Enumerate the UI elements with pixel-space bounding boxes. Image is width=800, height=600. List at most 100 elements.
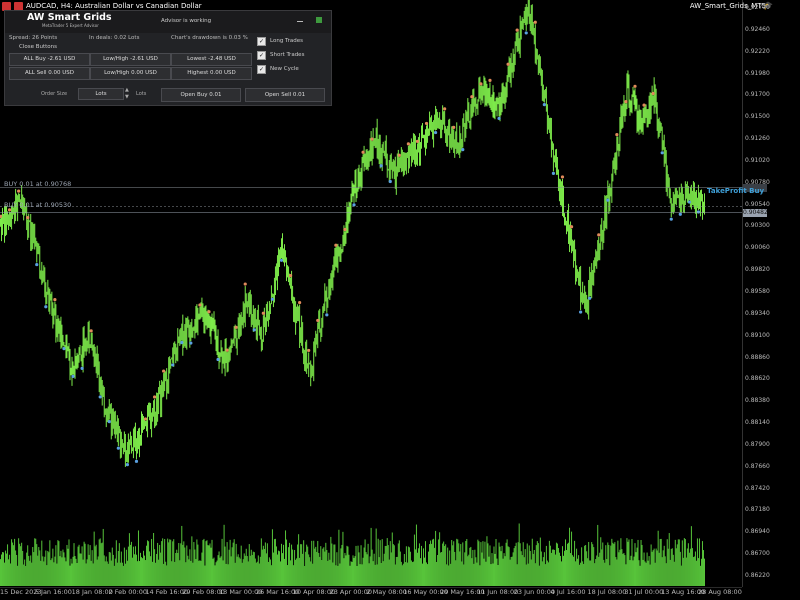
buy-trade-marker: [125, 463, 129, 467]
price-tick-label: 0.92700: [745, 4, 770, 11]
price-tick-label: 0.87900: [745, 440, 770, 448]
price-tick-label: 0.90060: [745, 244, 770, 252]
price-tick-label: 0.87420: [745, 484, 770, 492]
sell-trade-marker: [424, 121, 429, 126]
sell-trade-marker: [506, 62, 510, 66]
close-low-high-sell-button[interactable]: Low/High 0.00 USD: [90, 67, 171, 80]
close-all-sell-button[interactable]: ALL Sell 0.00 USD: [9, 67, 90, 80]
ea-status: Advisor is working: [161, 18, 212, 24]
sell-trade-marker: [316, 318, 320, 323]
price-tick-label: 0.91980: [745, 69, 770, 77]
short-trades-checkbox[interactable]: ✓: [257, 51, 266, 60]
buy-trade-marker: [660, 151, 664, 155]
ea-brand-subtitle: MetaTrader 5 Expert Advisor: [42, 23, 99, 28]
time-axis[interactable]: 15 Dec 2023 5 Jan 16:00 18 Jan 08:00 2 Feb …: [0, 587, 742, 600]
sell-trade-marker: [361, 150, 365, 154]
buy-trade-marker: [180, 340, 184, 345]
sell-trade-marker: [17, 189, 21, 193]
close-low-high-buy-button[interactable]: Low/High -2.61 USD: [90, 53, 171, 66]
buy-trade-marker: [388, 179, 392, 184]
time-tick-label: 2 May 08:00: [366, 588, 407, 596]
lots-decrease-icon[interactable]: ▼: [125, 94, 129, 100]
price-axis[interactable]: 0.92700 0.92460 0.92220 0.91980 0.91700 0.915…: [742, 0, 800, 587]
long-trades-label: Long Trades: [270, 38, 303, 44]
price-tick-label: 0.88860: [745, 353, 770, 361]
price-tick-label: 0.91700: [745, 91, 770, 99]
drawdown-stat: Chart's drawdown is 0.03 %: [171, 35, 248, 41]
buy-trade-marker: [687, 200, 691, 204]
price-tick-label: 0.89580: [745, 288, 770, 295]
time-tick-label: 28 Aug 08:00: [698, 588, 742, 596]
current-price-tag: 0.90482: [743, 209, 768, 217]
sell-trade-marker: [143, 417, 148, 421]
sell-trade-marker: [152, 395, 157, 399]
minimize-icon[interactable]: [297, 17, 303, 22]
symbol-title: AUDCAD, H4: Australian Dollar vs Canadia…: [26, 2, 202, 10]
sell-trade-marker: [479, 82, 483, 86]
sell-trade-marker: [624, 100, 628, 104]
buy-trade-marker: [279, 258, 284, 262]
buy-trade-marker: [325, 313, 329, 317]
price-tick-label: 0.88620: [745, 375, 770, 383]
buy-trade-marker: [116, 446, 120, 450]
price-tick-label: 0.86940: [745, 528, 770, 536]
close-all-buy-button[interactable]: ALL Buy -2.61 USD: [9, 53, 90, 66]
lots-input[interactable]: Lots: [78, 88, 124, 100]
buy-trade-marker: [107, 420, 111, 424]
price-tick-label: 0.87660: [745, 462, 770, 470]
buy-trade-marker: [678, 212, 682, 216]
buy-line-2-label: BUY 0.01 at 0.90530: [4, 201, 72, 209]
sell-trade-marker: [53, 297, 57, 302]
sell-trade-marker: [198, 303, 202, 307]
buy-trade-marker: [171, 363, 175, 367]
buy-trade-marker: [44, 305, 48, 309]
buy-trade-marker: [524, 31, 528, 35]
buy-trade-marker: [62, 347, 66, 351]
time-tick-label: 31 Jul 00:00: [624, 588, 664, 596]
time-tick-label: 2 Feb 00:00: [108, 588, 148, 596]
buy-trade-marker: [606, 198, 610, 202]
sell-trade-marker: [651, 91, 655, 96]
status-indicator-icon[interactable]: [316, 17, 322, 23]
sell-trade-marker: [26, 216, 30, 220]
sell-trade-marker: [443, 107, 447, 111]
lots-increase-icon[interactable]: ▲: [125, 87, 129, 93]
price-tick-label: 0.92460: [745, 25, 770, 33]
sell-trade-marker: [307, 348, 311, 353]
sell-trade-marker: [298, 300, 302, 305]
buy-trade-marker: [98, 395, 102, 399]
long-trades-checkbox[interactable]: ✓: [257, 37, 266, 46]
buy-trade-marker: [352, 203, 356, 207]
take-profit-label: TakeProfit Buy: [707, 187, 765, 195]
close-lowest-button[interactable]: Lowest -2.48 USD: [171, 53, 252, 66]
buy-trade-marker: [461, 147, 465, 152]
price-tick-label: 0.92220: [745, 47, 770, 55]
order-size-label: Order Size: [41, 91, 68, 97]
buy-trade-marker: [379, 164, 383, 168]
sell-trade-marker: [397, 153, 401, 157]
open-buy-button[interactable]: Open Buy 0.01: [161, 88, 241, 102]
sell-trade-marker: [515, 28, 519, 32]
buy-trade-marker: [497, 116, 501, 121]
new-cycle-checkbox[interactable]: ✓: [257, 65, 266, 74]
open-sell-button[interactable]: Open Sell 0.01: [245, 88, 325, 102]
price-tick-label: 0.91260: [745, 135, 770, 143]
buy-trade-marker: [433, 130, 438, 135]
sell-trade-marker: [334, 243, 338, 247]
time-tick-label: 23 Jun 00:00: [513, 588, 556, 596]
sell-trade-marker: [288, 274, 293, 278]
buy-trade-marker: [579, 310, 583, 314]
sell-trade-marker: [415, 139, 420, 143]
buy-trade-marker: [270, 297, 275, 301]
sell-trade-marker: [89, 329, 93, 333]
sell-trade-marker: [370, 137, 374, 141]
price-tick-label: 0.89820: [745, 266, 770, 274]
buy-trade-marker: [35, 262, 39, 267]
spread-stat: Spread: 26 Points: [9, 35, 58, 41]
close-highest-button[interactable]: Highest 0.00 USD: [171, 67, 252, 80]
sell-trade-marker: [207, 310, 211, 314]
sell-trade-marker: [615, 132, 619, 137]
ea-panel-header[interactable]: AW Smart Grids MetaTrader 5 Expert Advis…: [5, 11, 331, 33]
price-tick-label: 0.88140: [745, 419, 770, 427]
sell-trade-marker: [470, 95, 474, 99]
